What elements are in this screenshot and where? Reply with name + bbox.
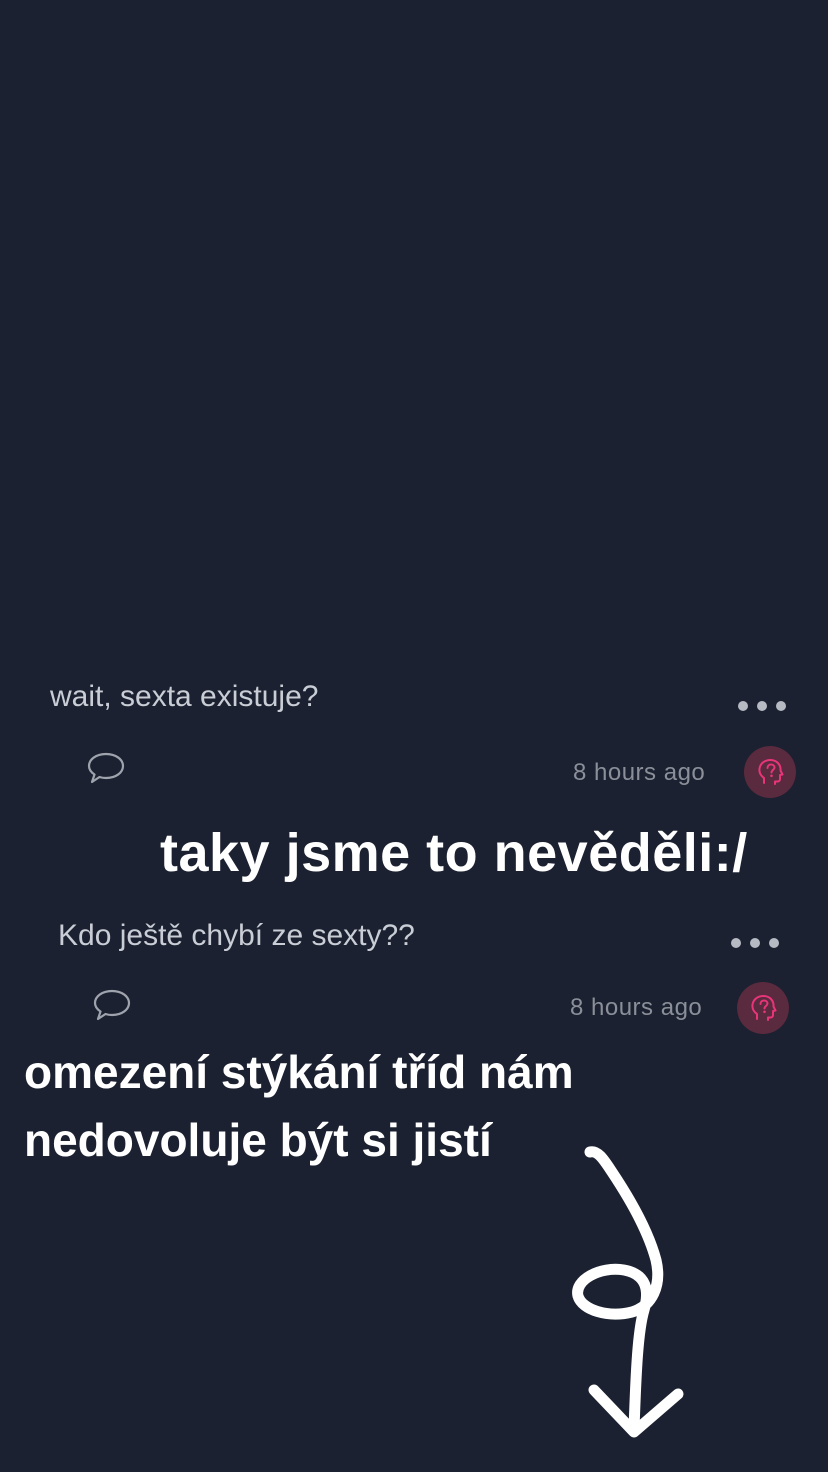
post-timestamp: 8 hours ago	[573, 759, 706, 786]
avatar[interactable]	[744, 746, 796, 798]
more-options-button[interactable]	[731, 933, 779, 953]
comment-icon[interactable]	[92, 987, 132, 1023]
anonymous-head-icon	[758, 759, 784, 785]
ellipsis-icon	[750, 938, 760, 948]
post-timestamp: 8 hours ago	[570, 994, 703, 1021]
hand-drawn-arrow-icon	[572, 1146, 684, 1438]
ellipsis-icon	[738, 701, 748, 711]
post-text: wait, sexta existuje?	[50, 680, 319, 713]
post-item: Kdo ještě chybí ze sexty?? 8 hours ago	[0, 900, 828, 1050]
post-item: wait, sexta existuje? 8 hours ago	[0, 662, 828, 812]
comment-icon[interactable]	[86, 750, 126, 786]
ellipsis-icon	[731, 938, 741, 948]
anonymous-head-icon	[751, 995, 777, 1021]
ellipsis-icon	[757, 701, 767, 711]
ellipsis-icon	[769, 938, 779, 948]
story-caption: taky jsme to nevěděli:/	[160, 823, 748, 883]
avatar[interactable]	[737, 982, 789, 1034]
ellipsis-icon	[776, 701, 786, 711]
post-text: Kdo ještě chybí ze sexty??	[58, 919, 415, 952]
more-options-button[interactable]	[738, 696, 786, 716]
